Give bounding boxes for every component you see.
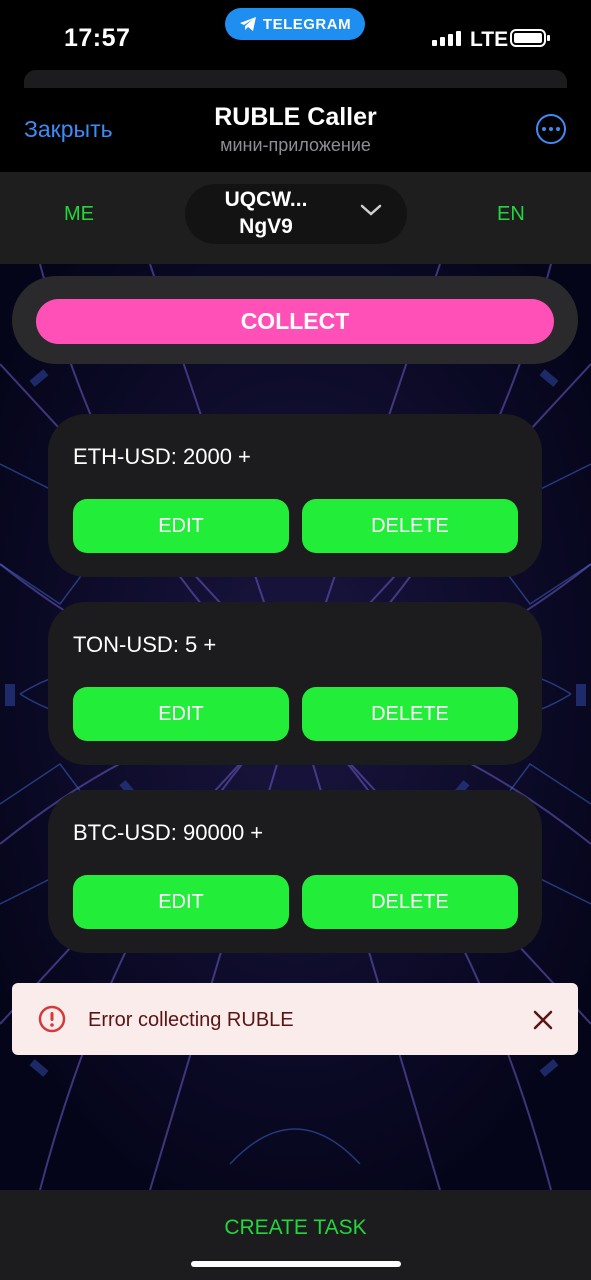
lang-me-button[interactable]: ME bbox=[64, 203, 94, 226]
task-card: BTC-USD: 90000 + EDIT DELETE bbox=[48, 790, 542, 953]
delete-button[interactable]: DELETE bbox=[302, 687, 518, 741]
wallet-address-line2: NgV9 bbox=[239, 215, 293, 238]
task-label: TON-USD: 5 + bbox=[73, 632, 217, 657]
task-card: TON-USD: 5 + EDIT DELETE bbox=[48, 602, 542, 765]
more-dot-icon bbox=[549, 127, 553, 131]
task-label: ETH-USD: 2000 + bbox=[73, 444, 251, 469]
wallet-address: UQCW... NgV9 bbox=[211, 186, 321, 240]
wallet-address-line1: UQCW... bbox=[224, 188, 308, 211]
task-label: BTC-USD: 90000 + bbox=[73, 820, 264, 845]
edit-button[interactable]: EDIT bbox=[73, 499, 289, 553]
error-icon bbox=[38, 1005, 66, 1033]
error-toast: Error collecting RUBLE bbox=[12, 983, 578, 1055]
network-type: LTE bbox=[470, 28, 509, 51]
edit-button[interactable]: EDIT bbox=[73, 687, 289, 741]
status-time: 17:57 bbox=[64, 24, 131, 52]
edit-button[interactable]: EDIT bbox=[73, 875, 289, 929]
telegram-pill-label: TELEGRAM bbox=[262, 15, 352, 33]
chevron-down-icon bbox=[360, 204, 382, 216]
app-subtitle: мини-приложение bbox=[220, 135, 371, 155]
toast-message: Error collecting RUBLE bbox=[88, 1009, 294, 1031]
signal-icon bbox=[432, 31, 461, 46]
telegram-icon bbox=[239, 17, 256, 31]
more-dot-icon bbox=[556, 127, 560, 131]
delete-button[interactable]: DELETE bbox=[302, 875, 518, 929]
create-task-button[interactable]: CREATE TASK bbox=[0, 1216, 591, 1240]
battery-icon bbox=[510, 29, 550, 47]
telegram-pill[interactable]: TELEGRAM bbox=[225, 8, 365, 40]
app-title: RUBLE Caller bbox=[214, 103, 377, 131]
delete-button[interactable]: DELETE bbox=[302, 499, 518, 553]
collect-button[interactable]: COLLECT bbox=[36, 299, 554, 344]
lang-en-button[interactable]: EN bbox=[497, 203, 525, 226]
more-dot-icon bbox=[542, 127, 546, 131]
task-card: ETH-USD: 2000 + EDIT DELETE bbox=[48, 414, 542, 577]
home-indicator bbox=[191, 1261, 401, 1267]
more-options-button[interactable] bbox=[536, 114, 566, 144]
close-icon[interactable] bbox=[532, 1009, 554, 1031]
